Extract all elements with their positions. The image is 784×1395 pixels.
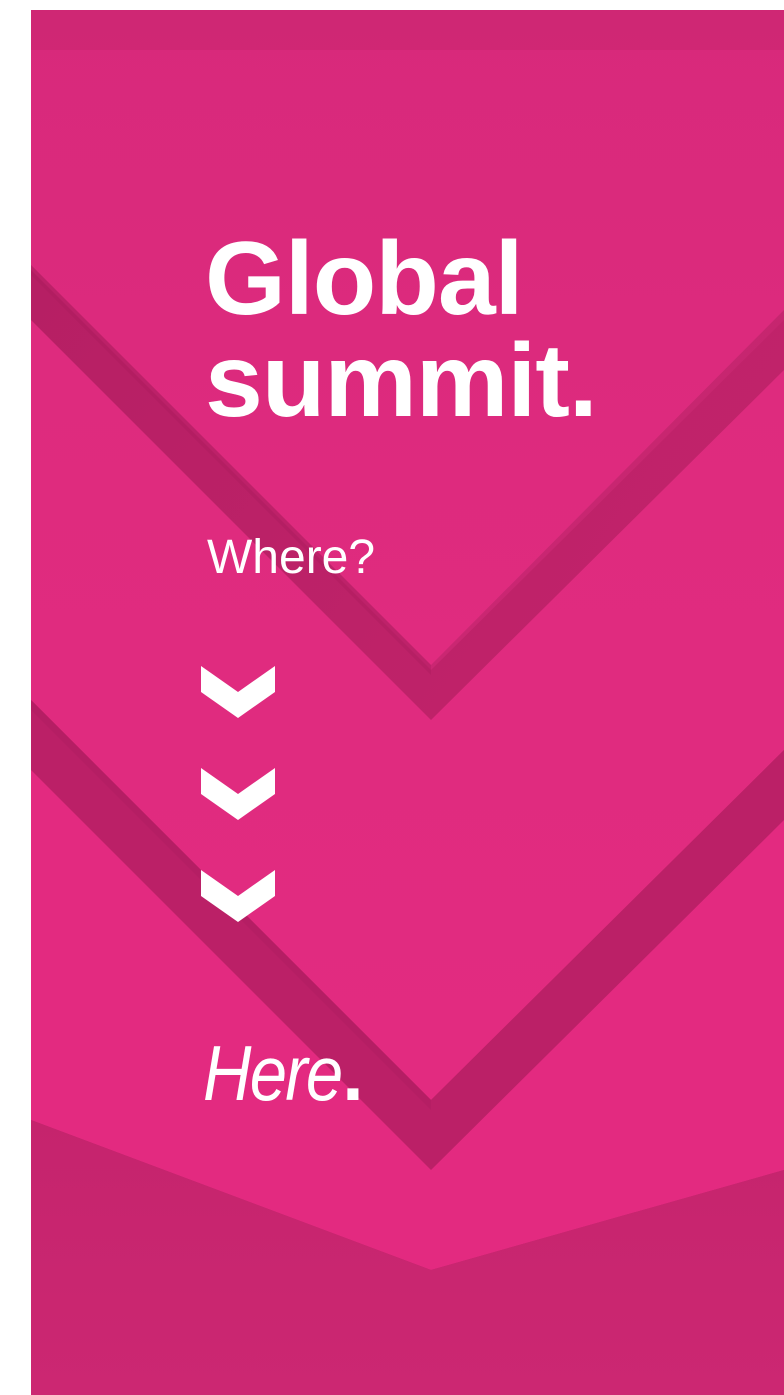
headline: Global summit. <box>205 221 598 439</box>
headline-line-1: Global <box>205 221 524 337</box>
chevron-down-icon <box>201 666 275 718</box>
answer-word: Here <box>203 1029 343 1117</box>
question-text: Where? <box>207 531 376 584</box>
headline-line-2: summit. <box>205 323 598 439</box>
answer-period: . <box>342 1029 364 1117</box>
answer-text: Here. <box>203 1028 364 1118</box>
chevron-down-icon <box>201 768 275 820</box>
page: Global summit. Where? Here. <box>0 0 784 1395</box>
chevron-stack <box>201 666 275 922</box>
summit-banner: Global summit. Where? Here. <box>31 10 784 1395</box>
chevron-down-icon <box>201 870 275 922</box>
background-chevron-pattern <box>31 10 784 1395</box>
